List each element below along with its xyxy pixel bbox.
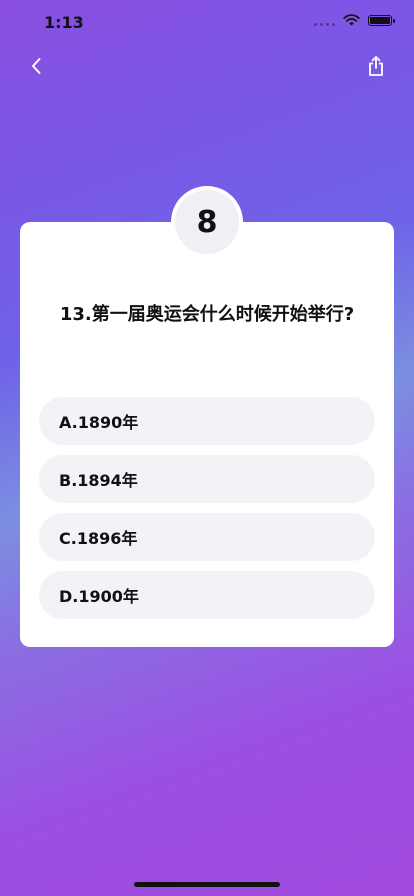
- chevron-left-icon: [32, 58, 41, 74]
- back-button[interactable]: [22, 52, 50, 80]
- share-button[interactable]: [362, 52, 390, 80]
- option-d-button[interactable]: D.1900年: [39, 571, 375, 619]
- home-indicator[interactable]: [134, 882, 280, 887]
- wifi-icon: [343, 14, 360, 26]
- cellular-signal-icon: [314, 14, 335, 26]
- option-b-button[interactable]: B.1894年: [39, 455, 375, 503]
- question-text: 13.第一届奥运会什么时候开始举行?: [59, 304, 355, 325]
- option-c-button[interactable]: C.1896年: [39, 513, 375, 561]
- share-icon: [369, 56, 383, 76]
- status-bar: 1:13: [0, 0, 414, 44]
- option-a-button[interactable]: A.1890年: [39, 397, 375, 445]
- battery-icon: [368, 14, 395, 26]
- status-indicators: [314, 14, 395, 26]
- status-time: 1:13: [44, 13, 84, 32]
- countdown-badge: 8: [175, 190, 239, 254]
